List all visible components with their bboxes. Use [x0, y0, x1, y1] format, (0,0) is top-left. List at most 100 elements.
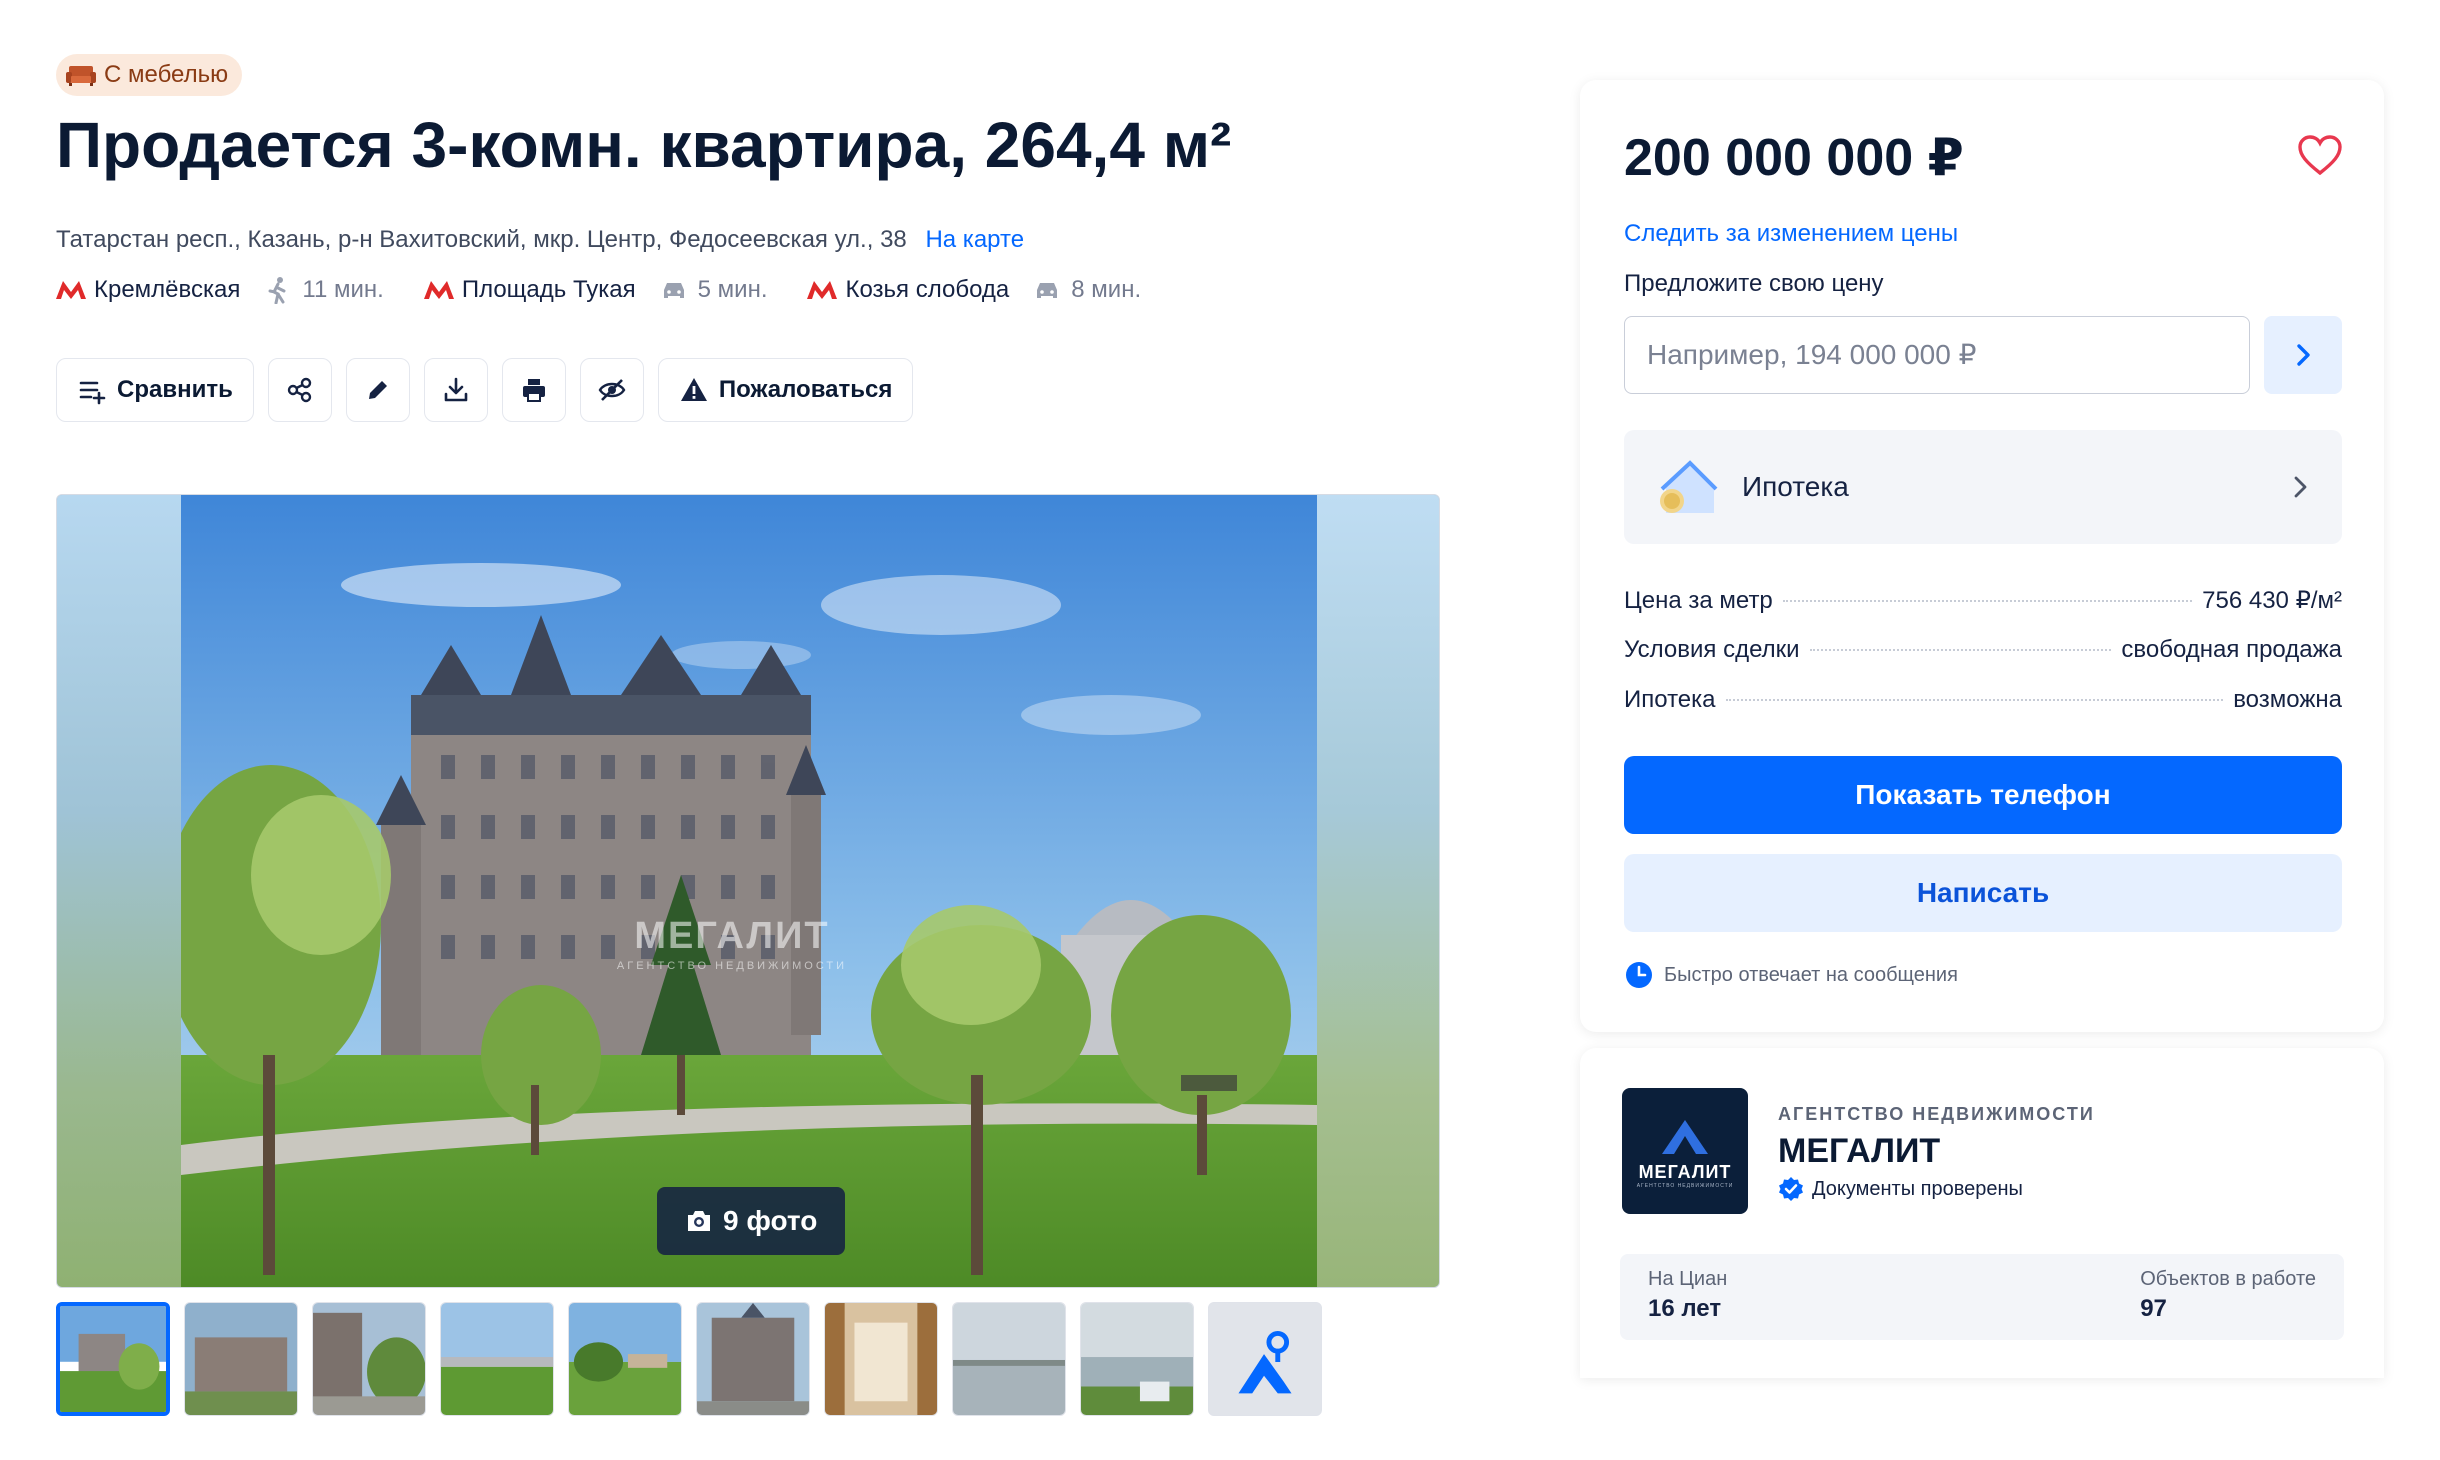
thumbnail-image: [825, 1303, 937, 1415]
thumbnail-image: [313, 1303, 425, 1415]
agency-logo[interactable]: МЕГАЛИТ АГЕНТСТВО НЕДВИЖИМОСТИ: [1622, 1088, 1748, 1214]
agency-card[interactable]: МЕГАЛИТ АГЕНТСТВО НЕДВИЖИМОСТИ АГЕНТСТВО…: [1580, 1048, 2384, 1378]
complain-label: Пожаловаться: [718, 376, 893, 403]
metro-item[interactable]: Кремлёвская 11 мин.: [56, 276, 384, 304]
mortgage-label: Ипотека: [1742, 471, 1849, 502]
download-button[interactable]: [423, 358, 488, 422]
agency-logo-sub: АГЕНТСТВО НЕДВИЖИМОСТИ: [1636, 1182, 1734, 1189]
eye-off-icon: [598, 379, 626, 401]
offer-price-input[interactable]: [1624, 316, 2250, 394]
share-icon: [287, 377, 312, 403]
thumbnail[interactable]: [312, 1302, 426, 1416]
metro-station: Кремлёвская: [94, 276, 241, 303]
chevron-right-icon: [2297, 344, 2310, 366]
furniture-badge: С мебелью: [56, 54, 243, 96]
building-photo: [181, 495, 1317, 1287]
share-button[interactable]: [267, 358, 332, 422]
car-icon: [1037, 283, 1058, 298]
agency-stat-value: 97: [2140, 1295, 2167, 1322]
compare-button[interactable]: Сравнить: [56, 358, 254, 422]
param-leader: [1725, 699, 2224, 701]
gallery-blur-left: [57, 495, 181, 1287]
photo-count-label: 9 фото: [723, 1205, 818, 1236]
agency-verified: Документы проверены: [1778, 1176, 2023, 1202]
watermark-text: МЕГАЛИТ: [634, 915, 830, 957]
show-phone-button[interactable]: Показать телефон: [1624, 756, 2342, 834]
main-photo[interactable]: [181, 495, 1317, 1287]
compare-icon: [79, 381, 106, 405]
offer-submit-button[interactable]: [2264, 316, 2342, 394]
photo-gallery[interactable]: МЕГАЛИТ АГЕНТСТВО НЕДВИЖИМОСТИ 9 фото: [56, 494, 1440, 1288]
thumbnail[interactable]: [952, 1302, 1066, 1416]
heart-icon[interactable]: [2296, 132, 2344, 180]
camera-icon: [688, 1211, 710, 1231]
agency-stat-key: На Циан: [1648, 1268, 1728, 1290]
metro-icon: [807, 281, 838, 299]
sofa-icon: [66, 66, 96, 86]
edit-button[interactable]: [345, 358, 410, 422]
agency-stat-key: Объектов в работе: [2140, 1268, 2316, 1290]
thumbnail-image: [953, 1303, 1065, 1415]
gallery-blur-right: [1315, 495, 1439, 1287]
watch-price-link[interactable]: Следить за изменением цены: [1624, 220, 1958, 248]
map-link[interactable]: На карте: [925, 226, 1024, 253]
thumbnail[interactable]: [696, 1302, 810, 1416]
watermark-sub: АГЕНТСТВО НЕДВИЖИМОСТИ: [616, 960, 848, 972]
thumbnail[interactable]: [440, 1302, 554, 1416]
thumbnail[interactable]: [56, 1302, 170, 1416]
complain-button[interactable]: Пожаловаться: [657, 358, 914, 422]
printer-icon: [522, 379, 545, 402]
metro-icon: [423, 281, 454, 299]
param-leader: [1782, 600, 2193, 602]
thumbnail-image: [441, 1303, 553, 1415]
param-key: Условия сделки: [1624, 636, 1800, 663]
metro-item[interactable]: Площадь Тукая 5 мин.: [423, 276, 768, 304]
print-button[interactable]: [501, 358, 566, 422]
thumbnail[interactable]: [824, 1302, 938, 1416]
metro-station: Козья слобода: [845, 276, 1010, 303]
offer-label: Предложите свою цену: [1624, 270, 1884, 297]
hide-button[interactable]: [579, 358, 644, 422]
thumbnail[interactable]: [568, 1302, 682, 1416]
thumbnail-strip: [56, 1302, 1322, 1416]
car-icon: [663, 283, 684, 298]
agency-stat: На Циан 16 лет: [1648, 1268, 1727, 1326]
param-row: Условия сделки свободная продажа: [1624, 636, 2342, 686]
mortgage-row[interactable]: Ипотека: [1624, 430, 2342, 544]
metro-time: 5 мин.: [697, 276, 768, 303]
metro-time: 11 мин.: [302, 276, 384, 303]
warning-icon: [680, 378, 707, 401]
param-leader: [1809, 649, 2112, 651]
thumbnail-image: [1081, 1303, 1193, 1415]
param-key: Цена за метр: [1624, 587, 1773, 614]
agency-verified-text: Документы проверены: [1812, 1177, 2023, 1200]
metro-time: 8 мин.: [1071, 276, 1142, 303]
clock-icon: [1626, 962, 1652, 988]
map-pin-icon: [1238, 1331, 1292, 1394]
house-coin-icon: [1660, 460, 1718, 513]
map-thumbnail[interactable]: [1208, 1302, 1322, 1416]
chevron-right-icon: [2294, 476, 2307, 498]
thumbnail-image: [185, 1303, 297, 1415]
write-message-button[interactable]: Написать: [1624, 854, 2342, 932]
furniture-badge-label: С мебелью: [104, 61, 229, 88]
price-card: 200 000 000 ₽ Следить за изменением цены…: [1580, 80, 2384, 1032]
thumbnail-image: [697, 1303, 809, 1415]
photo-count-button[interactable]: 9 фото: [657, 1187, 846, 1255]
thumbnail[interactable]: [1080, 1302, 1194, 1416]
thumbnail-image: [569, 1303, 681, 1415]
gallery-watermark: МЕГАЛИТ АГЕНТСТВО НЕДВИЖИМОСТИ: [612, 915, 852, 972]
pencil-icon: [368, 381, 387, 399]
verified-badge-icon: [1779, 1177, 1803, 1201]
metro-icon: [56, 281, 86, 299]
agency-logo-icon: [1662, 1119, 1708, 1154]
thumbnail-image: [60, 1306, 166, 1412]
metro-list: Кремлёвская 11 мин. Площадь Тукая 5 мин.…: [56, 276, 1181, 304]
agency-type: АГЕНТСТВО НЕДВИЖИМОСТИ: [1778, 1104, 2095, 1124]
metro-item[interactable]: Козья слобода 8 мин.: [807, 276, 1141, 304]
price-params: Цена за метр 756 430 ₽/м² Условия сделки…: [1624, 586, 2342, 736]
thumbnail[interactable]: [184, 1302, 298, 1416]
agency-name[interactable]: МЕГАЛИТ: [1778, 1132, 1940, 1171]
page-title: Продается 3-комн. квартира, 264,4 м²: [56, 109, 1232, 181]
param-value: 756 430 ₽/м²: [2202, 587, 2342, 614]
